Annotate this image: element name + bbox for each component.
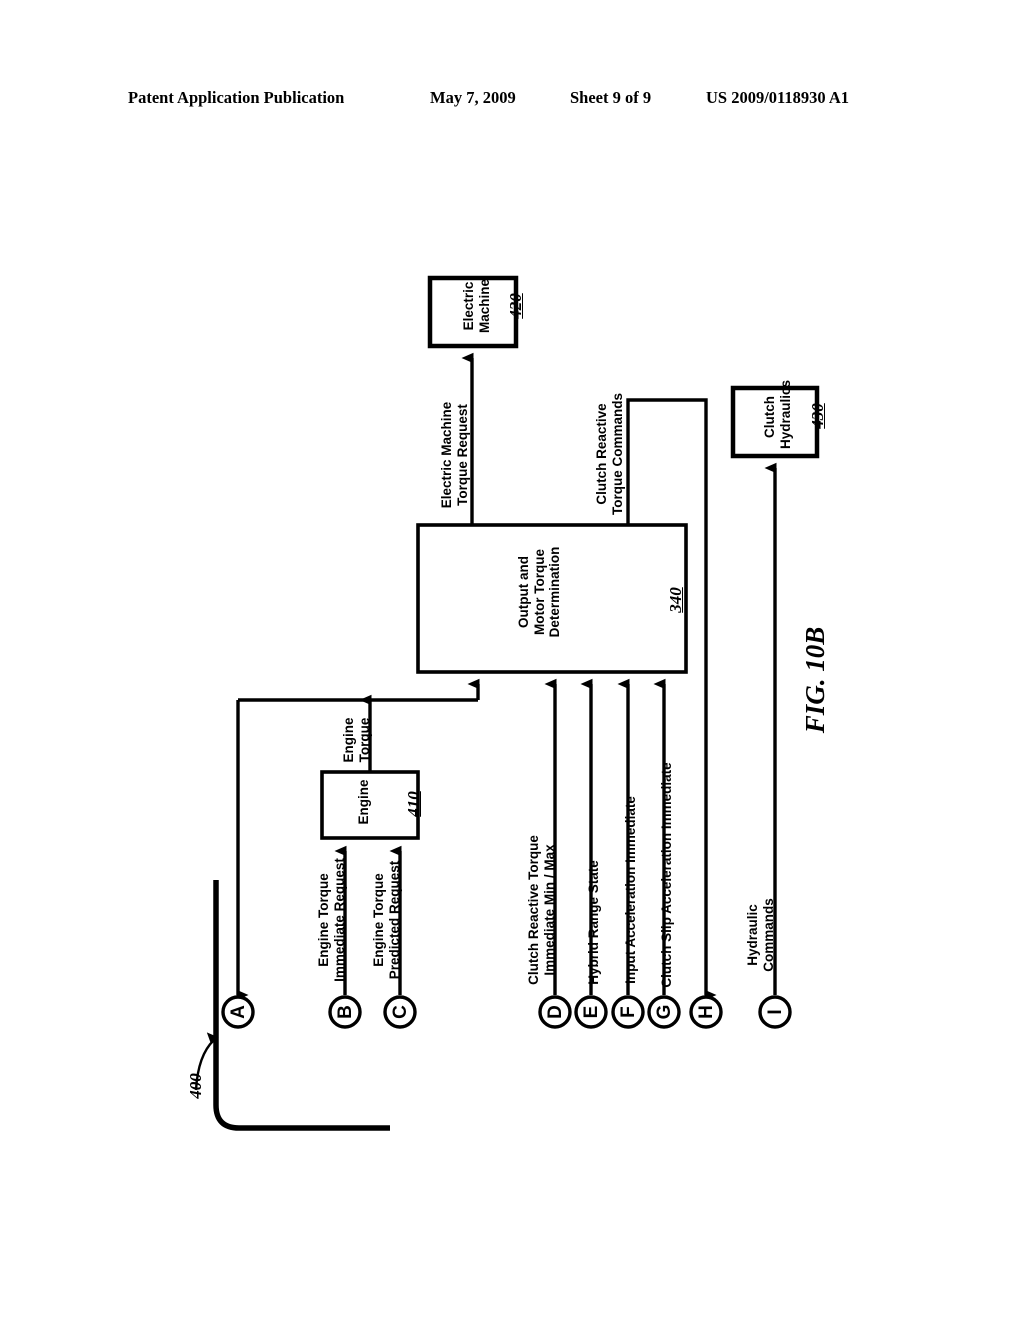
signal-crtc-line1: Clutch Reactive — [594, 403, 609, 505]
signal-et-line1: Engine — [341, 717, 356, 763]
signal-label-engine-torque: Engine Torque — [341, 708, 372, 772]
figure-system-ref-400: 400 — [186, 1073, 205, 1099]
diagram-vector-layer — [194, 275, 820, 1131]
connector-label-i[interactable]: I — [765, 999, 787, 1025]
signal-etpr-line1: Engine Torque — [371, 873, 386, 967]
signal-hrs-line1: Hybrid Range State — [586, 860, 601, 985]
block-ref-electric-machine: 420 — [506, 293, 525, 319]
block-label-output-motor-torque-line1: Output and — [516, 556, 531, 628]
signal-crtc-line2: Torque Commands — [609, 393, 625, 516]
signal-crtim-line2: Immediate Min / Max — [541, 844, 557, 976]
connector-label-d[interactable]: D — [545, 999, 567, 1025]
figure-caption: FIG. 10B — [800, 626, 830, 734]
connector-label-e[interactable]: E — [581, 999, 603, 1025]
signal-csai-line1: Clutch Slip Acceleration Immediate — [659, 762, 674, 988]
figure-diagram — [0, 0, 1024, 1320]
connector-label-h[interactable]: H — [696, 999, 718, 1025]
block-label-output-motor-torque-line2: Motor Torque — [531, 549, 547, 635]
connector-label-a[interactable]: A — [228, 999, 250, 1025]
block-label-engine-line1: Engine — [356, 779, 371, 825]
signal-crtim-line1: Clutch Reactive Torque — [526, 835, 541, 985]
block-label-clutch-hydraulics-line2: Hydraulics — [777, 379, 793, 449]
signal-label-clutch-reactive-torque-immediate-minmax: Clutch Reactive Torque Immediate Min / M… — [526, 830, 557, 990]
signal-etir-line1: Engine Torque — [316, 873, 331, 967]
signal-hc-line2: Commands — [760, 898, 776, 972]
signal-etir-line2: Immediate Request — [331, 858, 347, 982]
connector-label-b[interactable]: B — [335, 999, 357, 1025]
block-label-clutch-hydraulics-line1: Clutch — [762, 396, 777, 438]
signal-iai-line1: Input Acceleration Immediate — [623, 796, 638, 984]
signal-label-input-acceleration-immediate: Input Acceleration Immediate — [623, 790, 639, 990]
block-label-output-motor-torque: Output and Motor Torque Determination — [516, 532, 563, 652]
block-label-output-motor-torque-line3: Determination — [547, 546, 562, 638]
connector-label-g[interactable]: G — [654, 999, 676, 1025]
block-ref-output-motor-torque: 340 — [666, 587, 685, 613]
block-label-clutch-hydraulics: Clutch Hydraulics — [762, 380, 793, 449]
signal-label-electric-machine-torque-request: Electric Machine Torque Request — [439, 385, 470, 525]
signal-label-clutch-slip-acceleration-immediate: Clutch Slip Acceleration Immediate — [659, 760, 675, 990]
signal-label-hybrid-range-state: Hybrid Range State — [586, 855, 602, 990]
signal-label-engine-torque-immediate-request: Engine Torque Immediate Request — [316, 850, 347, 990]
block-label-electric-machine-line1: Electric — [461, 281, 476, 331]
signal-hc-line1: Hydraulic — [745, 904, 760, 966]
signal-label-hydraulic-commands: Hydraulic Commands — [745, 880, 776, 990]
block-label-electric-machine: Electric Machine — [461, 274, 492, 338]
signal-emtr-line2: Torque Request — [454, 404, 470, 506]
connector-label-f[interactable]: F — [618, 999, 640, 1025]
signal-label-engine-torque-predicted-request: Engine Torque Predicted Request — [371, 850, 402, 990]
patent-page: Patent Application Publication May 7, 20… — [0, 0, 1024, 1320]
signal-et-line2: Torque — [356, 717, 372, 763]
signal-label-clutch-reactive-torque-commands: Clutch Reactive Torque Commands — [594, 383, 625, 525]
block-ref-clutch-hydraulics: 430 — [808, 403, 827, 429]
block-label-electric-machine-line2: Machine — [476, 279, 492, 334]
block-label-engine: Engine — [356, 776, 372, 828]
signal-etpr-line2: Predicted Request — [386, 860, 402, 980]
connector-label-c[interactable]: C — [390, 999, 412, 1025]
block-ref-engine: 410 — [404, 791, 423, 817]
signal-emtr-line1: Electric Machine — [439, 401, 454, 509]
